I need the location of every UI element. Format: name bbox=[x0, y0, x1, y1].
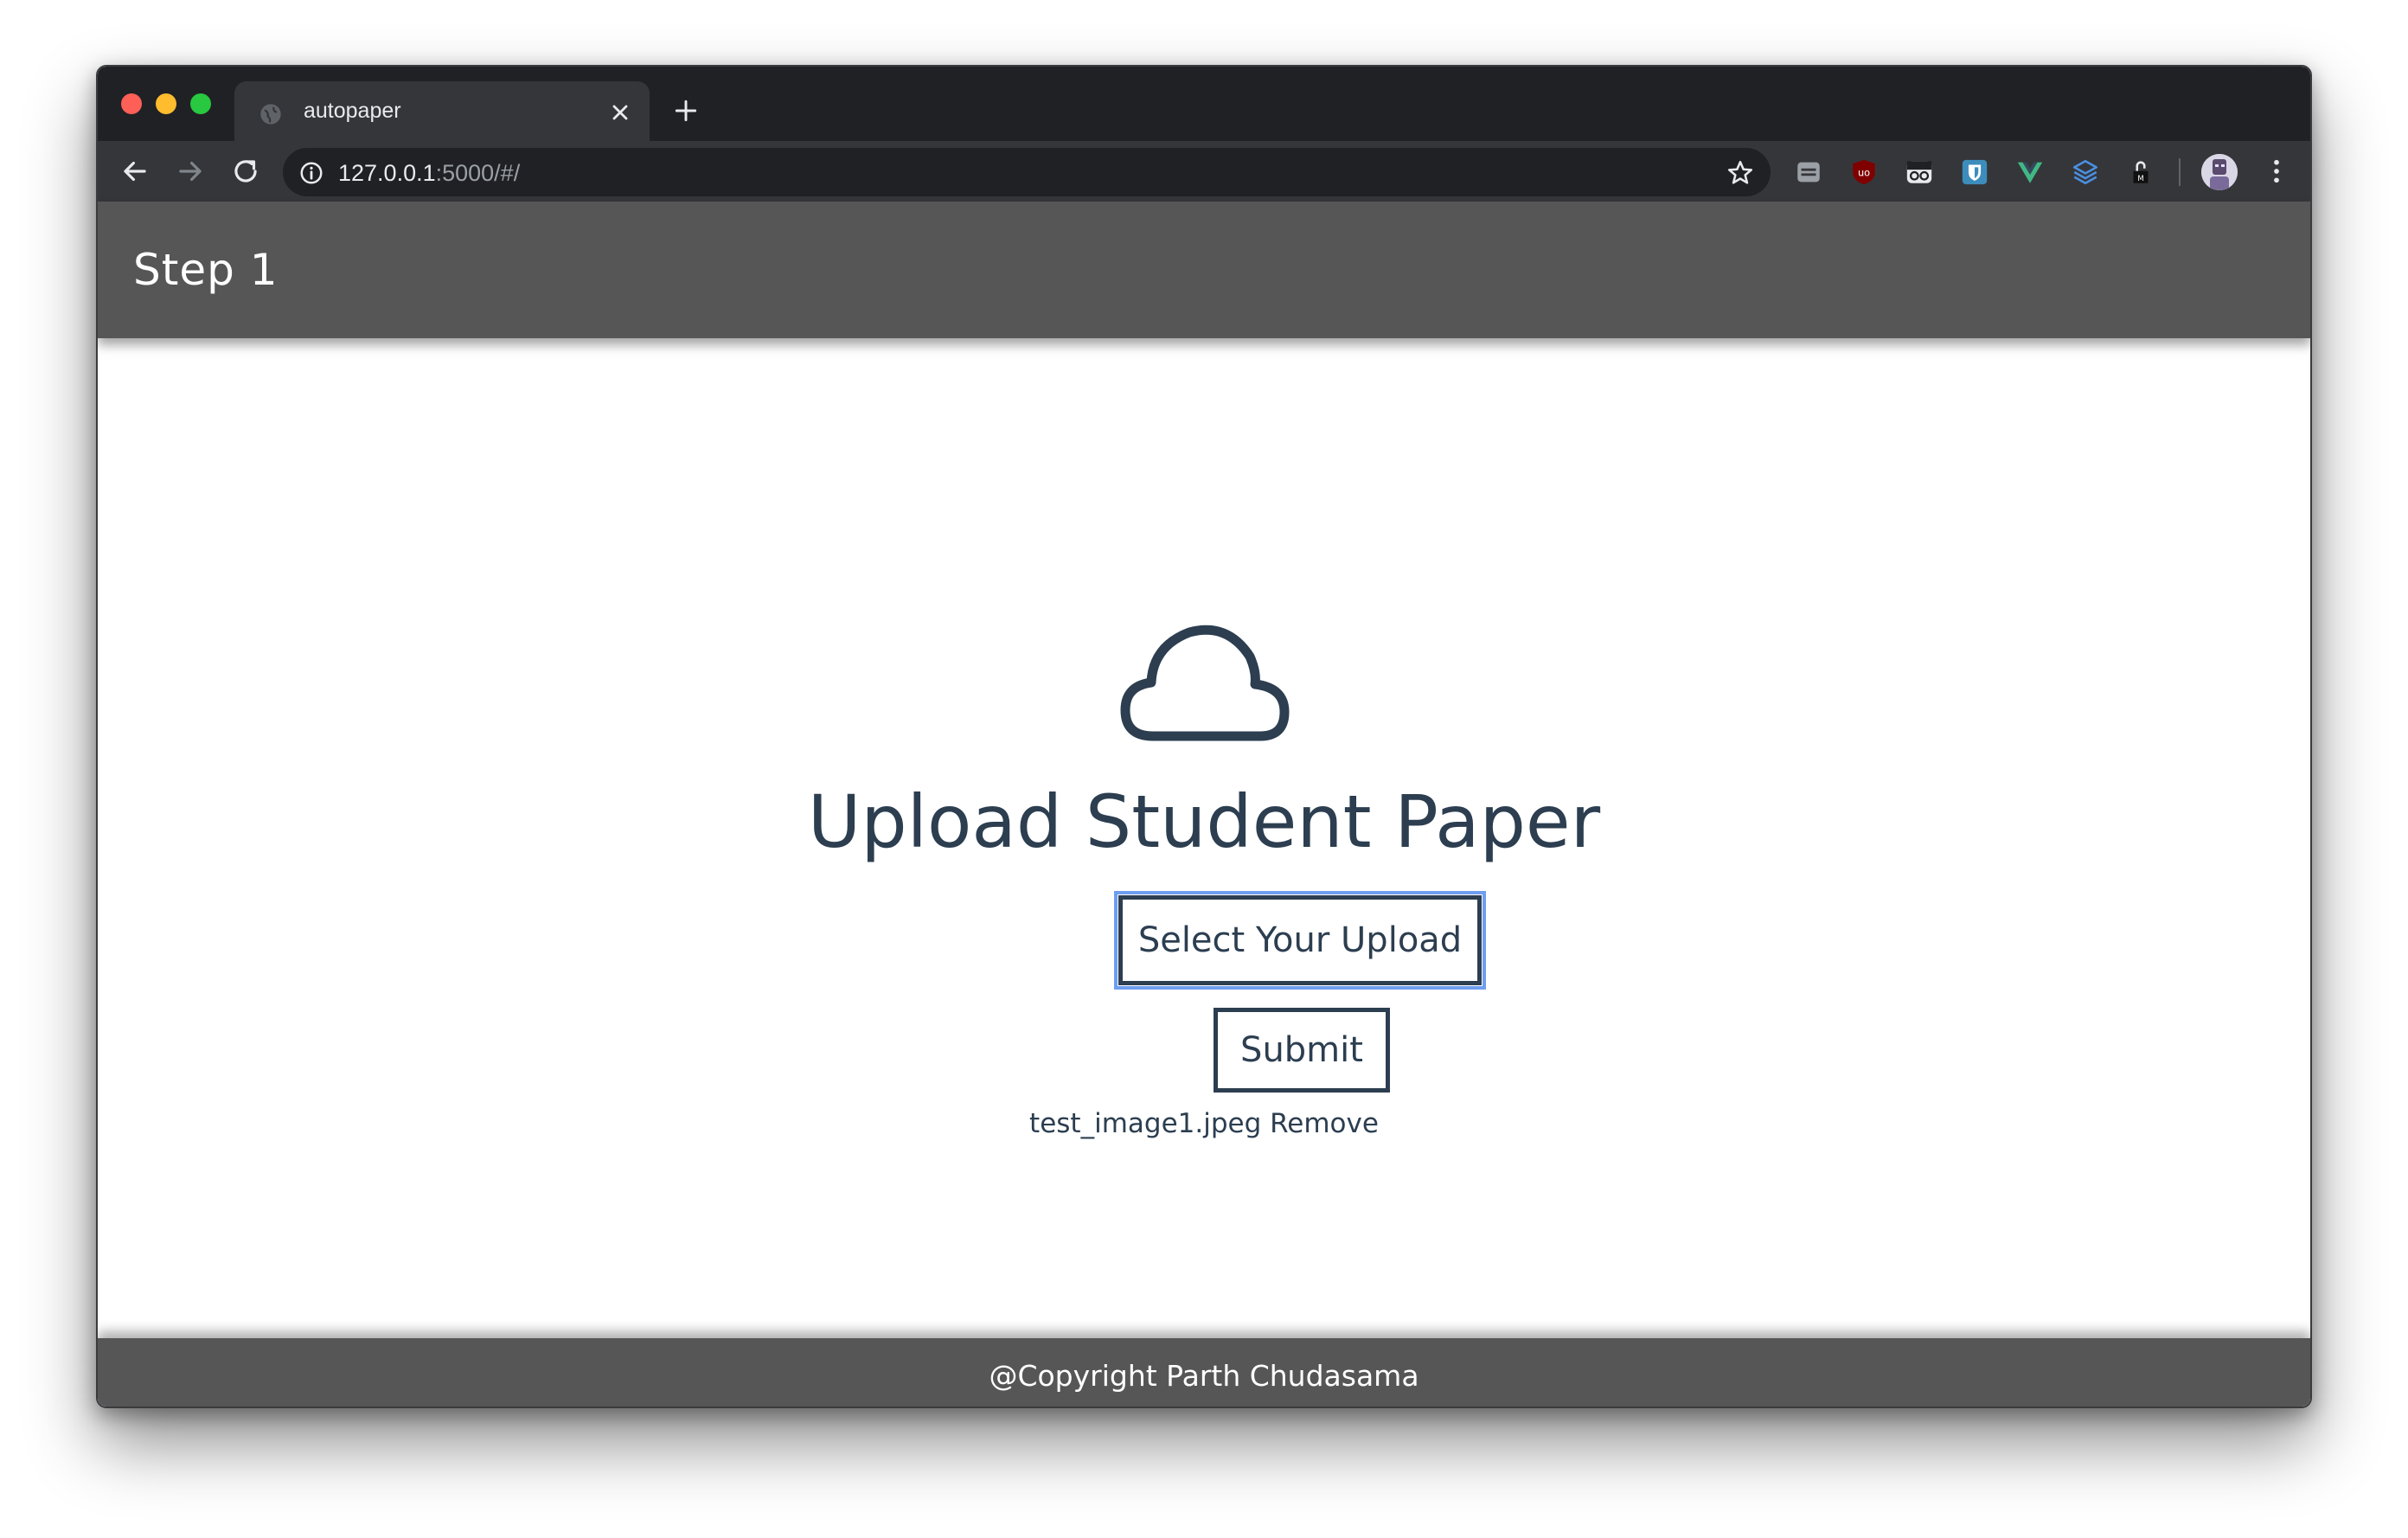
minimize-window-button[interactable] bbox=[156, 93, 176, 114]
tab-strip: autopaper bbox=[98, 67, 2310, 141]
submit-button[interactable]: Submit bbox=[1214, 1008, 1390, 1093]
close-icon[interactable] bbox=[608, 100, 632, 125]
svg-text:uo: uo bbox=[1858, 166, 1870, 178]
reload-icon[interactable] bbox=[229, 155, 262, 188]
layers-extension-icon[interactable] bbox=[2071, 157, 2100, 187]
app-footer: @Copyright Parth Chudasama bbox=[98, 1338, 2310, 1407]
bitwarden-icon[interactable] bbox=[1960, 157, 1989, 187]
avatar[interactable] bbox=[2201, 154, 2238, 190]
url-text: 127.0.0.1:5000/#/ bbox=[338, 160, 520, 187]
star-icon[interactable] bbox=[1726, 158, 1755, 188]
profile-avatar-icon bbox=[2201, 154, 2238, 190]
globe-icon bbox=[260, 104, 281, 125]
app-header: Step 1 bbox=[98, 202, 2310, 338]
maximize-window-button[interactable] bbox=[190, 93, 211, 114]
file-name: test_image1.jpeg bbox=[1029, 1108, 1262, 1139]
selected-file: test_image1.jpeg Remove bbox=[98, 1108, 2310, 1139]
web-page: Step 1 Upload Student Paper Select Your … bbox=[98, 202, 2310, 1407]
svg-text:M: M bbox=[2137, 175, 2143, 183]
toolbar-divider bbox=[2179, 158, 2181, 186]
back-arrow-icon[interactable] bbox=[118, 155, 151, 188]
browser-tab[interactable]: autopaper bbox=[234, 81, 650, 141]
vue-devtools-icon[interactable] bbox=[2015, 157, 2045, 187]
lock-extension-icon[interactable]: M bbox=[2126, 157, 2155, 187]
footer-copyright: @Copyright Parth Chudasama bbox=[989, 1359, 1419, 1393]
page-title: Step 1 bbox=[133, 245, 279, 295]
menu-icon[interactable] bbox=[2260, 155, 2293, 188]
tab-title: autopaper bbox=[304, 99, 401, 123]
url-host: 127.0.0.1 bbox=[338, 160, 436, 186]
plus-icon[interactable] bbox=[672, 97, 700, 125]
cloud-icon bbox=[1120, 625, 1290, 741]
select-upload-button[interactable]: Select Your Upload bbox=[1114, 891, 1486, 990]
url-path: :5000/#/ bbox=[435, 160, 521, 186]
info-icon[interactable] bbox=[298, 160, 324, 186]
upload-heading: Upload Student Paper bbox=[807, 779, 1601, 864]
browser-window: autopaper 127.0.0.1:5000/#/ uo M Step 1 … bbox=[96, 65, 2312, 1408]
forward-arrow-icon[interactable] bbox=[174, 155, 207, 188]
browser-toolbar: 127.0.0.1:5000/#/ uo M bbox=[98, 141, 2310, 202]
address-bar[interactable]: 127.0.0.1:5000/#/ bbox=[283, 148, 1771, 196]
close-window-button[interactable] bbox=[121, 93, 142, 114]
glasses-extension-icon[interactable] bbox=[1905, 157, 1934, 187]
remove-file-link[interactable]: Remove bbox=[1270, 1108, 1379, 1139]
ublock-icon[interactable]: uo bbox=[1849, 157, 1879, 187]
tab-extension-icon[interactable] bbox=[1794, 157, 1823, 187]
